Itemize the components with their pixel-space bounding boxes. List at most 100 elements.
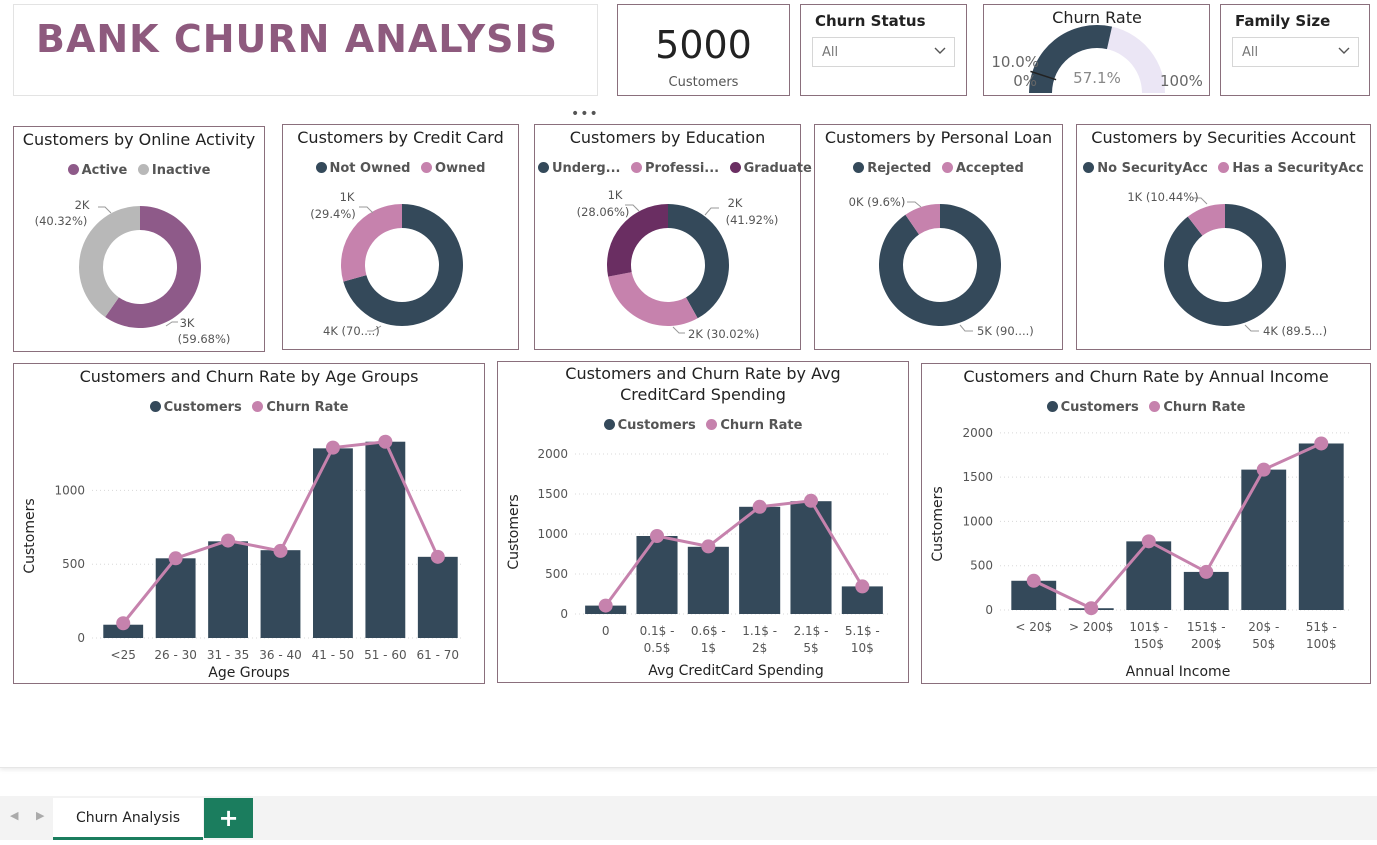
x-tick-label: 2$ (752, 641, 767, 655)
churn-status-slicer: Churn Status All (800, 4, 967, 96)
bar (1241, 469, 1287, 610)
chevron-down-icon (1338, 47, 1350, 54)
y-tick-label: 0 (985, 603, 993, 617)
churn-rate-point (855, 579, 870, 594)
combo-chart: 0 500 1000 <25 26 - 30 31 - 35 36 - 40 41 - 50 5… (22, 434, 464, 681)
y-tick-label: 1500 (962, 470, 993, 484)
bar (155, 558, 196, 638)
donut-chart: 1K (29.4%) 4K (70....) (310, 190, 463, 338)
y-tick-label: 1000 (962, 514, 993, 528)
x-tick-label: 26 - 30 (154, 648, 197, 662)
x-tick-label: 0.6$ - (691, 624, 726, 638)
x-tick-label: 101$ - (1129, 620, 1168, 634)
x-tick-label: 2.1$ - (794, 624, 829, 638)
bar (417, 556, 458, 638)
x-tick-label: 5$ (803, 641, 818, 655)
x-tick-label: 150$ (1133, 637, 1164, 651)
y-tick-label: 2000 (962, 426, 993, 440)
y-axis-title: Customers (22, 498, 38, 573)
gauge-chart: Churn Rate 57.1% 10.0% 0% 100% (991, 8, 1203, 93)
churn-rate-point (116, 616, 131, 631)
donut-chart: 1K (28.06%) 2K (41.92%) 2K (30.02%) (577, 188, 779, 341)
tab-churn-analysis[interactable]: Churn Analysis (53, 798, 203, 840)
churn-rate-point (701, 539, 716, 554)
data-label: 1K (10.44%) (1127, 190, 1198, 204)
x-tick-label: 151$ - (1187, 620, 1226, 634)
age-groups-card[interactable]: Customers and Churn Rate by Age Groups C… (13, 363, 485, 684)
personal-loan-card[interactable]: Customers by Personal Loan Rejected Acce… (814, 124, 1063, 350)
data-label: (40.32%) (35, 214, 88, 228)
kpi-value: 5000 (655, 23, 752, 67)
more-options-icon[interactable]: ••• (571, 106, 599, 122)
credit-card-card[interactable]: Customers by Credit Card Not Owned Owned… (282, 124, 519, 350)
churn-rate-point (804, 493, 818, 508)
churn-rate-point (430, 549, 445, 564)
securities-account-card[interactable]: Customers by Securities Account No Secur… (1076, 124, 1371, 350)
chevron-down-icon (934, 47, 946, 54)
y-tick-label: 500 (970, 559, 993, 573)
churn-rate-point (325, 440, 340, 455)
x-axis-title: Avg CreditCard Spending (648, 663, 823, 679)
bar (739, 506, 781, 614)
x-tick-label: 51 - 60 (364, 648, 407, 662)
bar (208, 541, 248, 638)
data-label: 3K (180, 316, 195, 330)
data-label: 2K (728, 196, 743, 210)
x-tick-label: 5.1$ - (845, 624, 880, 638)
online-activity-card[interactable]: Customers by Online Activity Active Inac… (13, 126, 265, 352)
data-label: 5K (90....) (977, 324, 1034, 338)
data-label: 4K (89.5...) (1263, 324, 1327, 338)
y-tick-label: 1000 (537, 527, 568, 541)
x-tick-label: > 200$ (1069, 620, 1113, 634)
gauge-max-label: 100% (1160, 72, 1203, 90)
data-label: (28.06%) (577, 205, 630, 219)
churn-rate-point (1314, 436, 1329, 451)
x-tick-label: 20$ - (1248, 620, 1279, 634)
prev-page-icon[interactable]: ◀ (10, 809, 18, 822)
dropdown-value: All (1242, 45, 1259, 60)
family-size-slicer: Family Size All (1220, 4, 1370, 96)
donut-chart: 0K (9.6%) 5K (90....) (849, 195, 1034, 338)
annual-income-card[interactable]: Customers and Churn Rate by Annual Incom… (921, 363, 1371, 684)
data-label: (29.4%) (310, 207, 356, 221)
donut-slice (79, 206, 140, 318)
churn-rate-gauge[interactable]: Churn Rate 57.1% 10.0% 0% 100% (983, 4, 1210, 96)
data-label: (41.92%) (726, 213, 779, 227)
churn-rate-point (598, 598, 613, 613)
avg-creditcard-card[interactable]: Customers and Churn Rate by Avg CreditCa… (497, 361, 909, 683)
x-tick-label: 41 - 50 (312, 648, 355, 662)
y-axis-title: Customers (930, 486, 946, 561)
donut-slice (608, 272, 698, 326)
title-card: BANK CHURN ANALYSIS (13, 4, 598, 96)
churn-rate-point (1199, 564, 1214, 579)
churn-rate-point (752, 499, 767, 514)
bar (260, 550, 301, 638)
x-tick-label: 61 - 70 (417, 648, 460, 662)
data-label: (59.68%) (178, 332, 231, 346)
bar (687, 546, 729, 614)
family-size-dropdown[interactable]: All (1232, 37, 1359, 67)
x-tick-label: 100$ (1306, 637, 1337, 651)
education-card[interactable]: Customers by Education Underg... Profess… (534, 124, 812, 350)
donut-chart: 2K (40.32%) 3K (59.68%) (35, 198, 231, 346)
churn-status-dropdown[interactable]: All (812, 37, 955, 67)
churn-rate-point (378, 434, 393, 449)
churn-rate-point (221, 533, 236, 548)
next-page-icon[interactable]: ▶ (36, 809, 44, 822)
add-page-button[interactable]: + (204, 798, 253, 838)
slicer-title: Family Size (1235, 12, 1331, 30)
y-tick-label: 500 (62, 557, 85, 571)
churn-rate-point (1256, 462, 1271, 477)
churn-rate-point (1026, 573, 1041, 588)
x-tick-label: 50$ (1252, 637, 1275, 651)
x-axis-title: Annual Income (1126, 664, 1231, 680)
kpi-card[interactable]: 5000 Customers (617, 4, 790, 96)
gauge-value: 57.1% (1073, 69, 1121, 87)
x-tick-label: < 20$ (1015, 620, 1052, 634)
x-tick-label: 10$ (851, 641, 874, 655)
x-tick-label: 200$ (1191, 637, 1222, 651)
kpi-label: Customers (668, 75, 739, 90)
data-label: 2K (30.02%) (688, 327, 759, 341)
gauge-title: Churn Rate (1052, 8, 1142, 27)
x-tick-label: 0.1$ - (640, 624, 675, 638)
